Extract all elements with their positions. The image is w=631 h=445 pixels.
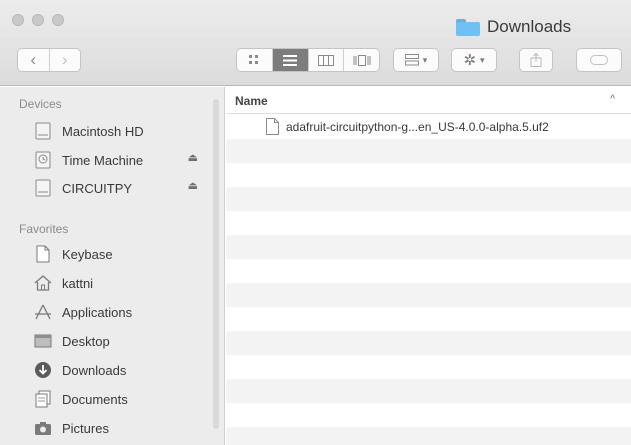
sort-ascending-icon[interactable]: ^ [610, 94, 615, 105]
hard-drive-icon [33, 121, 53, 141]
camera-icon [33, 418, 53, 438]
chevron-down-icon: ▾ [422, 54, 428, 65]
empty-row [226, 283, 631, 307]
sidebar-item-keybase[interactable]: Keybase [33, 242, 208, 266]
icon-view-button[interactable] [237, 49, 272, 71]
sidebar-item-label: Pictures [62, 420, 109, 436]
arrange-button[interactable]: ▾ [393, 48, 439, 72]
empty-row [226, 427, 631, 445]
cover-flow-button[interactable] [343, 49, 379, 71]
sidebar-item-label: Keybase [62, 246, 113, 262]
empty-row [226, 259, 631, 283]
sidebar-item-label: Downloads [62, 362, 127, 378]
sidebar-item-label: Applications [62, 304, 133, 320]
file-rows: adafruit-circuitpython-g...en_US-4.0.0-a… [226, 115, 631, 445]
eject-icon[interactable]: ⏏ [188, 179, 198, 192]
column-view-icon [317, 54, 334, 66]
minimize-button[interactable] [32, 14, 44, 26]
empty-row [226, 211, 631, 235]
column-view-button[interactable] [307, 49, 344, 71]
file-icon [266, 118, 279, 135]
action-button[interactable]: ✲ ▾ [451, 48, 497, 72]
share-icon [530, 53, 542, 67]
empty-row [226, 307, 631, 331]
document-icon [33, 244, 53, 264]
sidebar-item-label: CIRCUITPY [62, 180, 133, 196]
gear-icon: ✲ [463, 52, 477, 69]
share-button[interactable] [519, 48, 553, 72]
title-bar: Downloads ‹ › ▾ ✲ ▾ [0, 0, 631, 86]
sidebar-item-desktop[interactable]: Desktop [33, 329, 208, 353]
time-machine-icon [33, 150, 53, 170]
sidebar-item-downloads[interactable]: Downloads [33, 358, 208, 382]
back-button[interactable]: ‹ [18, 49, 49, 71]
window-title-text: Downloads [487, 17, 572, 36]
downloads-icon [33, 360, 53, 380]
column-header-name[interactable]: Name [235, 94, 268, 108]
empty-row [226, 403, 631, 427]
empty-row [226, 235, 631, 259]
empty-row [226, 163, 631, 187]
drive-icon [33, 178, 53, 198]
favorites-header: Favorites [19, 222, 69, 236]
table-row[interactable]: adafruit-circuitpython-g...en_US-4.0.0-a… [226, 115, 631, 139]
list-view-icon [283, 54, 298, 66]
devices-header: Devices [19, 97, 62, 111]
documents-icon [33, 389, 53, 409]
desktop-icon [33, 331, 53, 351]
view-mode-control [236, 48, 380, 72]
chevron-down-icon: ▾ [480, 54, 485, 65]
sidebar-item-macintosh-hd[interactable]: Macintosh HD [33, 119, 208, 143]
sidebar: Devices Macintosh HD Time Machine ⏏ CIRC… [0, 87, 225, 445]
sidebar-item-label: Desktop [62, 333, 110, 349]
cover-flow-icon [353, 54, 371, 66]
navigation-buttons: ‹ › [17, 48, 81, 72]
empty-row [226, 355, 631, 379]
zoom-button[interactable] [52, 14, 64, 26]
empty-row [226, 379, 631, 403]
sidebar-item-time-machine[interactable]: Time Machine ⏏ [33, 148, 208, 172]
sidebar-item-kattni[interactable]: kattni [33, 271, 208, 295]
tags-button[interactable] [576, 48, 622, 72]
home-icon [33, 273, 53, 293]
sidebar-item-documents[interactable]: Documents [33, 387, 208, 411]
sidebar-scrollbar[interactable] [213, 99, 219, 429]
list-header: Name ^ [226, 87, 631, 114]
sidebar-item-label: Time Machine [62, 152, 144, 168]
sidebar-item-label: Documents [62, 391, 128, 407]
folder-icon [456, 18, 480, 36]
applications-icon [33, 302, 53, 322]
window-title: Downloads [456, 16, 571, 38]
sidebar-item-pictures[interactable]: Pictures [33, 416, 208, 440]
sidebar-item-label: Macintosh HD [62, 123, 144, 139]
sidebar-item-applications[interactable]: Applications [33, 300, 208, 324]
file-list: Name ^ adafruit-circuitpython-g...en_US-… [226, 87, 631, 445]
empty-row [226, 139, 631, 163]
sidebar-item-label: kattni [62, 275, 94, 291]
arrange-icon [404, 54, 419, 66]
icon-view-icon [249, 55, 259, 64]
empty-row [226, 187, 631, 211]
forward-button[interactable]: › [48, 49, 81, 71]
empty-row [226, 331, 631, 355]
eject-icon[interactable]: ⏏ [188, 151, 198, 164]
list-view-button[interactable] [271, 49, 308, 71]
sidebar-item-circuitpy[interactable]: CIRCUITPY ⏏ [33, 176, 208, 200]
tag-icon [590, 55, 608, 65]
file-name: adafruit-circuitpython-g...en_US-4.0.0-a… [286, 120, 549, 134]
close-button[interactable] [12, 14, 24, 26]
